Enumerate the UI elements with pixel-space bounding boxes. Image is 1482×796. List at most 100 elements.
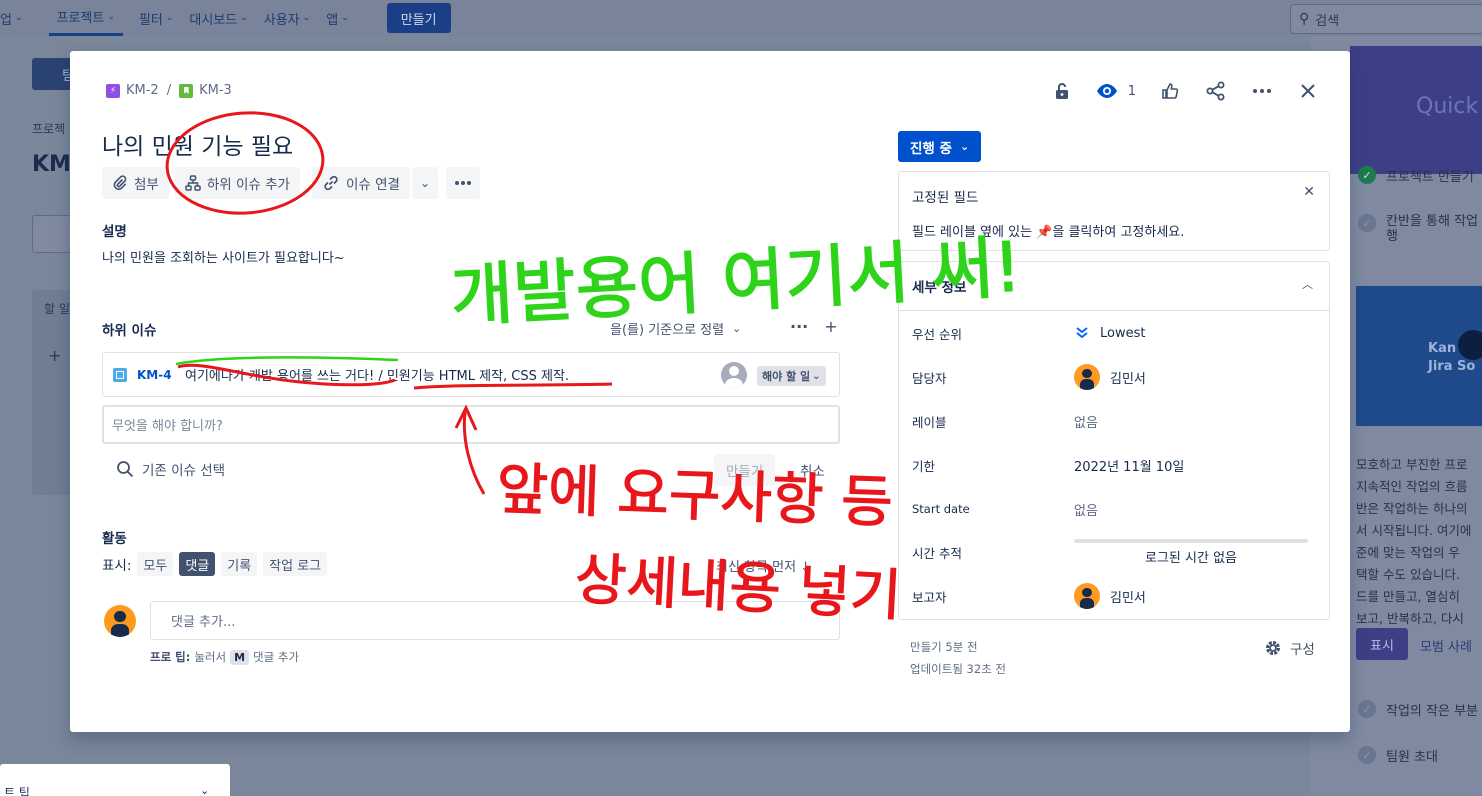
status-dropdown-button[interactable]: 진행 중 ⌄ [898,131,982,162]
link-issue-button[interactable]: 이슈 연결 [311,167,410,199]
background-tips-panel: 트 팁 ⌄ [0,764,230,796]
quickstart-item-label: 작업의 작은 부분 [1386,704,1478,719]
eye-icon [1096,84,1117,98]
nav-item-label: 프로젝트 [56,11,105,26]
nav-item-work[interactable]: 업 ⌄ [0,0,31,36]
check-icon: ✓ [1358,746,1376,764]
quickstart-paragraph: 모호하고 부진한 프로 지속적인 작업의 흐름 반은 작업하는 하나의 서 시작… [1356,454,1482,630]
paperclip-icon [113,175,127,190]
description-text[interactable]: 나의 민원을 조회하는 사이트가 필요합니다~ [102,247,345,266]
description-heading: 설명 [102,224,127,240]
pin-icon: 📌 [1036,225,1053,240]
labels-value[interactable]: 없음 [1074,412,1098,431]
global-create-button[interactable]: 만들기 [386,3,451,33]
top-navigation: 업 ⌄ 프로젝트 ⌄ 필터 ⌄ 대시보드 ⌄ 사용자 ⌄ 앱 ⌄ 만들기 ⚲ 검색 [0,0,1482,36]
field-priority: 우선 순위 Lowest [912,319,1322,347]
activity-show-label: 표시: [102,558,132,574]
field-label: 우선 순위 [912,326,962,342]
priority-lowest-icon [1074,325,1090,341]
attach-button[interactable]: 첨부 [102,167,169,199]
thumbs-up-icon[interactable] [1158,79,1182,103]
subtask-sort-dropdown[interactable]: 을(를) 기준으로 정렬 ⌄ [610,319,741,338]
chevron-down-icon: ⌄ [419,176,430,190]
nav-item-apps[interactable]: 앱 ⌄ [318,0,357,36]
breadcrumb: ⚡ KM-2 / KM-3 [106,83,232,98]
details-heading[interactable]: 세부 정보 [912,276,966,296]
breadcrumb-separator: / [166,83,172,98]
reporter-value[interactable]: 김민서 [1074,583,1146,609]
watch-button[interactable]: 1 [1096,79,1136,103]
nav-item-filters[interactable]: 필터 ⌄ [131,0,181,36]
activity-filter: 표시: 모두 댓글 기록 작업 로그 [102,552,328,576]
add-child-issue-button[interactable]: 하위 이슈 추가 [174,167,300,199]
field-label: Start date [912,502,970,516]
link-icon [324,175,338,191]
nav-item-label: 앱 [326,12,339,28]
nav-item-dashboards[interactable]: 대시보드 ⌄ [181,0,255,36]
close-icon[interactable]: ✕ [1303,184,1315,200]
pinned-fields-title: 고정된 필드 [912,190,979,206]
breadcrumb-current-story[interactable]: KM-3 [179,83,232,98]
chevron-down-icon: ⌄ [302,13,311,23]
breadcrumb-label: KM-2 [126,83,159,98]
nav-item-people[interactable]: 사용자 ⌄ [256,0,318,36]
new-subtask-input[interactable]: 무엇을 해야 합니까? [102,405,840,444]
subtask-summary[interactable]: 여기에다가 개발 용어를 쓰는 거다! / 민원기능 HTML 제작, CSS … [185,365,569,384]
subtask-row[interactable]: KM-4 여기에다가 개발 용어를 쓰는 거다! / 민원기능 HTML 제작,… [102,352,840,397]
filter-all-button[interactable]: 모두 [137,552,174,576]
user-avatar [1074,583,1100,609]
close-icon[interactable] [1296,79,1320,103]
quickstart-example-link: 모범 사례 [1420,640,1472,655]
field-label: 보고자 [912,589,947,605]
sort-newest-first-button[interactable]: 최신 항목 먼저 ↓ [716,556,811,575]
issue-title[interactable]: 나의 민원 기능 필요 [102,127,293,161]
quickstart-item: ✓ 칸반을 통해 작업 행 [1350,214,1482,244]
global-search-input[interactable]: ⚲ 검색 [1290,4,1482,34]
reporter-name: 김민서 [1110,590,1146,606]
check-icon: ✓ [1358,700,1376,718]
user-avatar [104,605,136,637]
priority-value[interactable]: Lowest [1074,325,1145,341]
quickstart-video: Kan Jira So [1356,286,1482,426]
subtask-key[interactable]: KM-4 [137,368,185,382]
filter-history-button[interactable]: 기록 [221,552,258,576]
chevron-up-icon[interactable]: ︿ [1302,276,1313,292]
more-actions-button[interactable] [446,167,480,199]
assignee-value[interactable]: 김민서 [1074,364,1146,390]
field-label: 레이블 [912,414,947,430]
background-search-box [32,215,72,253]
link-issue-dropdown[interactable]: ⌄ [411,167,438,199]
paragraph-line: 지속적인 작업의 흐름 [1356,479,1468,494]
filter-comments-button[interactable]: 댓글 [179,552,216,576]
lock-icon[interactable] [1050,79,1074,103]
field-labels: 레이블 없음 [912,407,1322,435]
plus-icon[interactable]: + [824,317,837,336]
background-project-title: KM [32,152,71,177]
paragraph-line: 반은 작업하는 하나의 [1356,501,1468,516]
subtask-status-dropdown[interactable]: 해야 할 일 ⌄ [757,366,826,386]
filter-worklog-button[interactable]: 작업 로그 [263,552,328,576]
share-icon[interactable] [1204,79,1228,103]
cancel-button[interactable]: 취소 [800,460,825,480]
time-tracking-value[interactable]: 로그된 시간 없음 [1074,538,1308,566]
sort-icon: ↓ [800,560,812,575]
time-tracking-bar [1074,538,1308,543]
breadcrumb-parent-epic[interactable]: ⚡ KM-2 [106,83,159,98]
configure-button[interactable]: 구성 [1264,638,1315,658]
start-date-value[interactable]: 없음 [1074,500,1098,519]
choose-existing-issue-button[interactable]: 기존 이슈 선택 [116,459,225,479]
configure-label: 구성 [1290,642,1315,658]
check-icon: ✓ [1358,214,1376,232]
more-icon[interactable]: ··· [790,317,808,336]
due-date-value[interactable]: 2022년 11월 10일 [1074,456,1184,475]
issue-toolbar: 첨부 하위 이슈 추가 이슈 연결 ⌄ [102,167,480,199]
create-subtask-button[interactable]: 만들기 [714,454,776,486]
nav-item-projects[interactable]: 프로젝트 ⌄ [48,0,123,36]
paragraph-line: 모호하고 부진한 프로 [1356,457,1468,472]
field-label: 담당자 [912,370,947,386]
unassigned-avatar-icon[interactable] [721,362,747,388]
comment-input[interactable]: 댓글 추가... [150,601,840,640]
gear-icon [1266,641,1280,655]
chevron-down-icon: ⌄ [812,370,821,382]
more-icon[interactable] [1250,79,1274,103]
